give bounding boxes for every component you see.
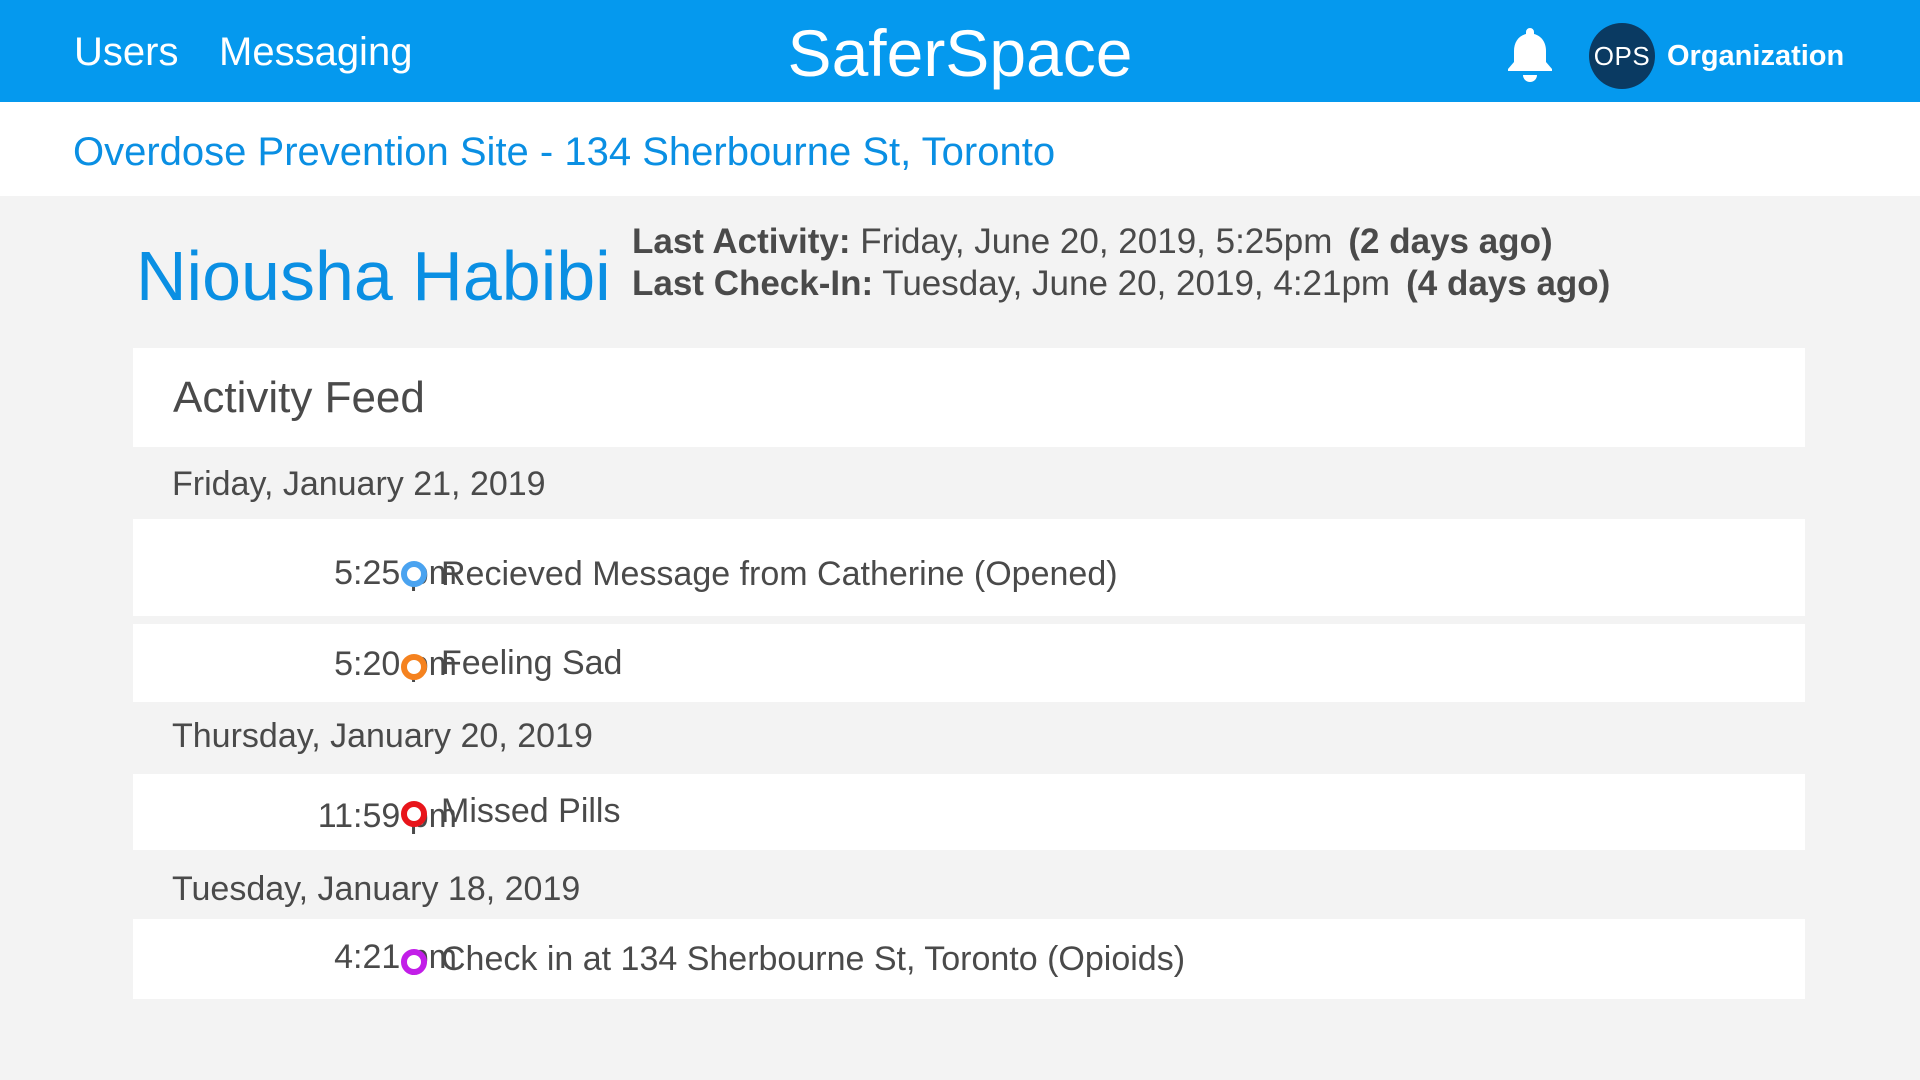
last-checkin-value: Tuesday, June 20, 2019, 4:21pm — [882, 264, 1391, 303]
feed-item[interactable]: 5:25 pm Recieved Message from Catherine … — [133, 519, 1805, 616]
feed-item-text: Feeling Sad — [441, 644, 623, 682]
feed-item-time: 5:25 pm — [334, 554, 457, 592]
feed-item-time: 4:21 pm — [334, 938, 457, 976]
site-title: Overdose Prevention Site - 134 Sherbourn… — [73, 130, 1056, 174]
last-checkin-line: Last Check-In: Tuesday, June 20, 2019, 4… — [632, 263, 1610, 305]
nav-messaging-link[interactable]: Messaging — [219, 28, 412, 76]
status-dot-icon — [401, 949, 427, 975]
feed-item-time: 5:20 pm — [334, 645, 457, 683]
last-checkin-ago: (4 days ago) — [1406, 264, 1611, 303]
feed-item-time: 11:59 pm — [317, 797, 457, 835]
feed-item[interactable]: 5:20 pm Feeling Sad — [133, 624, 1805, 702]
user-name-heading: Niousha Habibi — [136, 237, 611, 315]
bell-icon[interactable] — [1500, 24, 1560, 84]
last-checkin-label: Last Check-In: — [632, 264, 874, 303]
organization-avatar[interactable]: OPS — [1589, 23, 1655, 89]
last-activity-label: Last Activity: — [632, 222, 851, 261]
status-dot-icon — [401, 654, 427, 680]
nav-users-link[interactable]: Users — [74, 28, 178, 76]
last-activity-value: Friday, June 20, 2019, 5:25pm — [860, 222, 1333, 261]
feed-item-text: Recieved Message from Catherine (Opened) — [441, 555, 1118, 593]
site-header: Overdose Prevention Site - 134 Sherbourn… — [0, 102, 1920, 196]
feed-item[interactable]: 11:59 pm Missed Pills — [133, 774, 1805, 850]
organization-label[interactable]: Organization — [1667, 38, 1844, 74]
feed-date-label: Thursday, January 20, 2019 — [172, 717, 593, 755]
feed-item-text: Missed Pills — [441, 792, 621, 830]
last-activity-line: Last Activity: Friday, June 20, 2019, 5:… — [632, 221, 1553, 263]
feed-date-label: Friday, January 21, 2019 — [172, 465, 546, 503]
activity-feed-title: Activity Feed — [173, 373, 425, 422]
activity-feed-header: Activity Feed — [133, 348, 1805, 447]
last-activity-ago: (2 days ago) — [1348, 222, 1553, 261]
status-dot-icon — [401, 801, 427, 827]
status-dot-icon — [401, 561, 427, 587]
top-navigation-bar: Users Messaging SaferSpace OPS Organizat… — [0, 0, 1920, 102]
feed-item-text: Check in at 134 Sherbourne St, Toronto (… — [441, 940, 1186, 978]
feed-item[interactable]: 4:21 pm Check in at 134 Sherbourne St, T… — [133, 919, 1805, 999]
feed-date-label: Tuesday, January 18, 2019 — [172, 870, 581, 908]
